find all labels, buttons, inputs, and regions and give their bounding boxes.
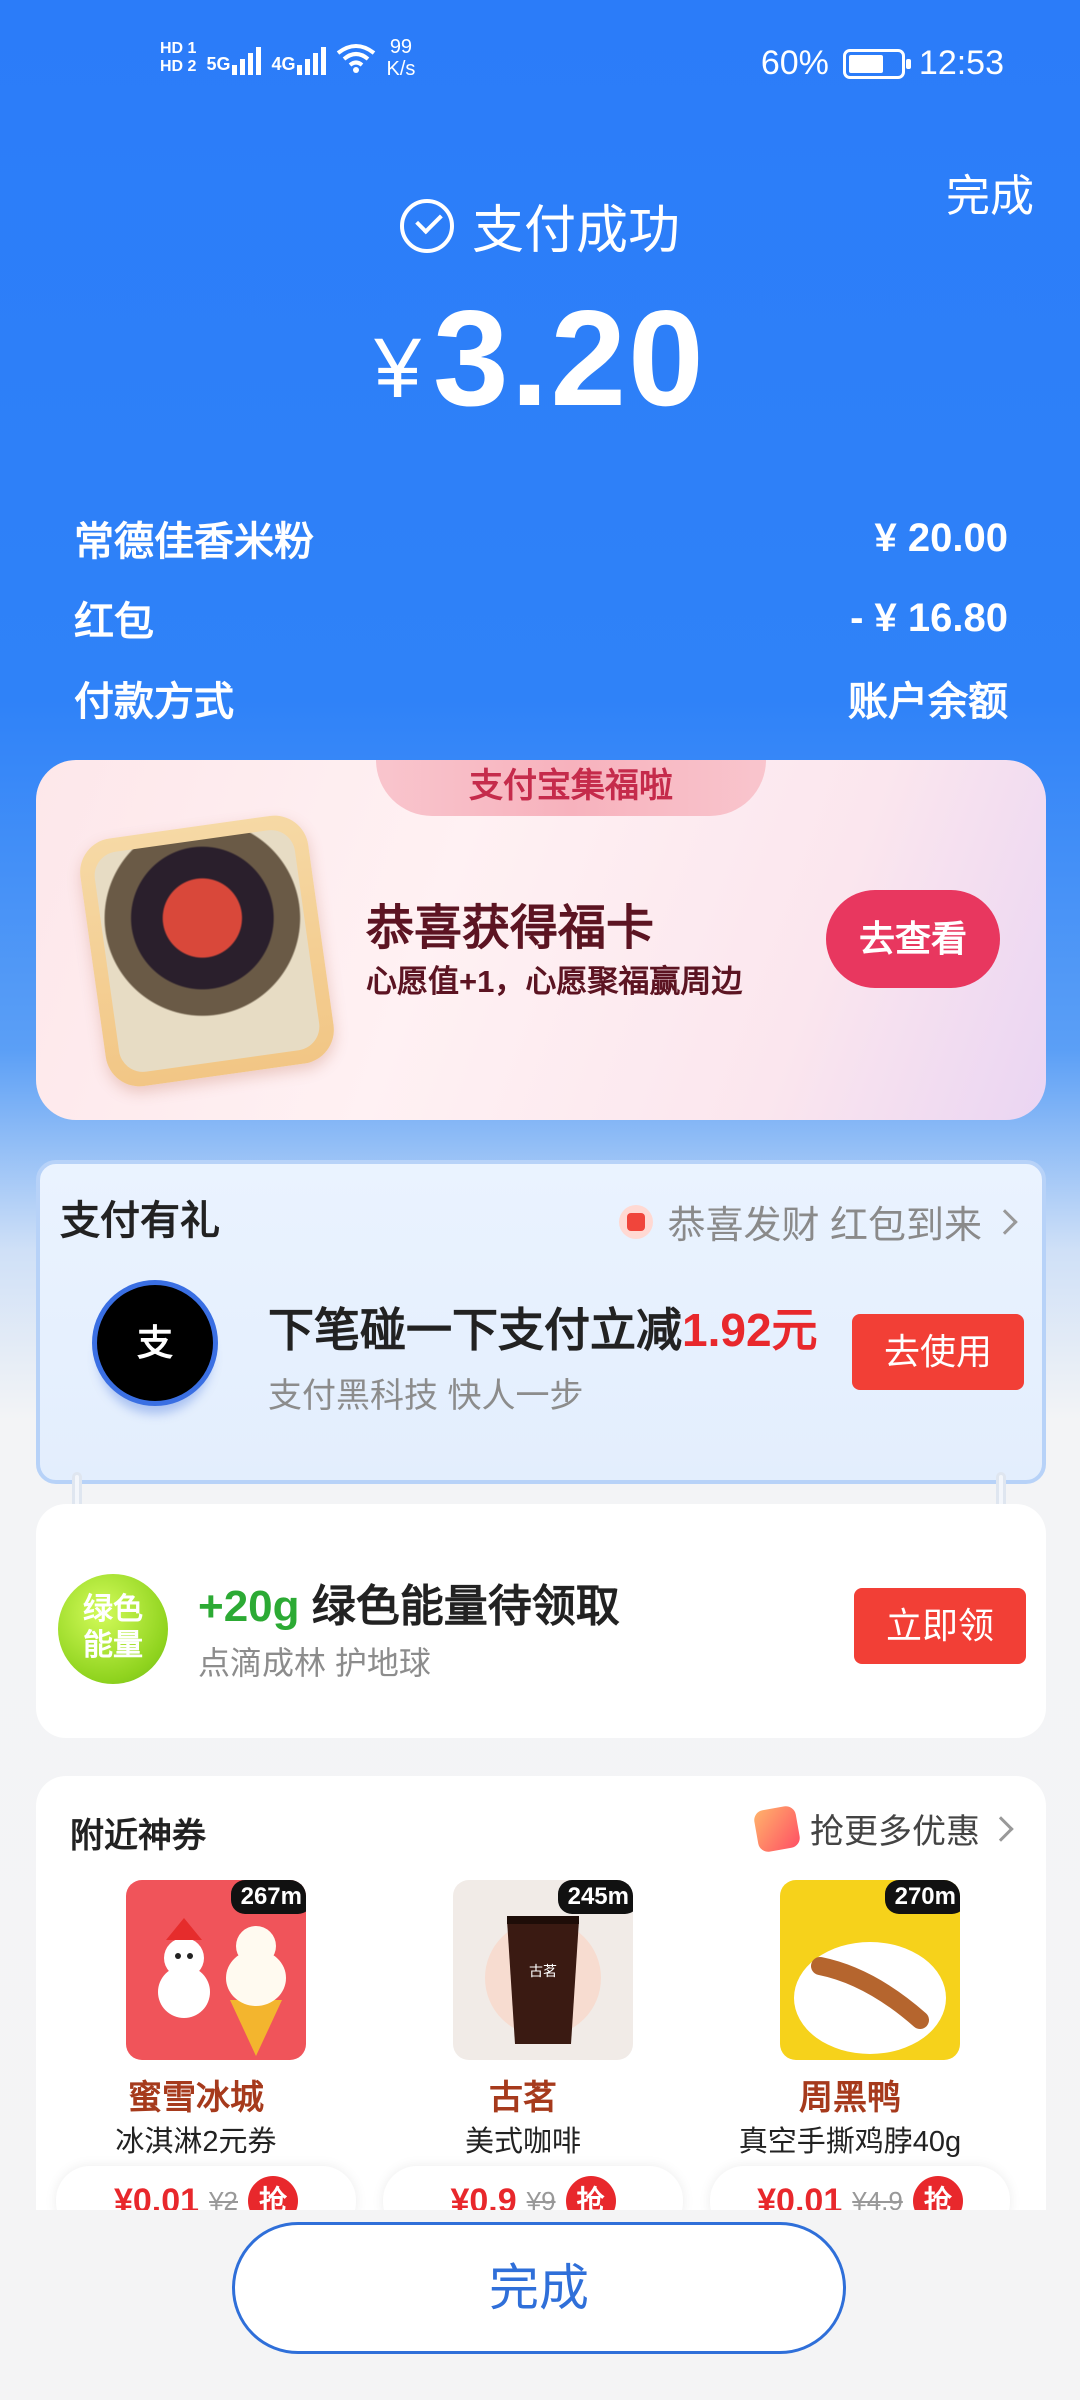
- svg-text:古茗: 古茗: [529, 1964, 557, 1980]
- fu-card-subtitle: 心愿值+1，心愿聚福赢周边: [366, 964, 743, 999]
- offer-text: 下笔碰一下支付立减: [268, 1304, 682, 1356]
- detail-label: 付款方式: [74, 680, 234, 724]
- coupon-image: 古茗 245m: [453, 1880, 633, 2060]
- coupon-image: 267m: [126, 1880, 306, 2060]
- detail-value: ¥ 20.00: [874, 515, 1008, 560]
- view-fu-card-button[interactable]: 去查看: [826, 890, 1000, 988]
- coupon-desc: 冰淇淋2元券: [115, 2126, 277, 2158]
- gift-card-offer: 下笔碰一下支付立减1.92元: [268, 1294, 818, 1360]
- coupon-item[interactable]: 267m 蜜雪冰城 冰淇淋2元券 ¥0.01 ¥2 抢: [36, 1880, 356, 2216]
- more-deals-text: 抢更多优惠: [810, 1813, 980, 1851]
- energy-subtitle: 点滴成林 护地球: [198, 1645, 431, 1681]
- coupon-merchant: 古茗: [489, 2079, 557, 2117]
- status-bar: HD 1 HD 2 5G 4G 99 K/s 60% 12:53: [0, 0, 1080, 140]
- coupon-merchant: 蜜雪冰城: [128, 2079, 264, 2117]
- energy-title: +20g 绿色能量待领取: [198, 1570, 620, 1634]
- redpacket-link-text: 恭喜发财 红包到来: [667, 1205, 982, 1247]
- coupon-item[interactable]: 古茗 245m 古茗 美式咖啡 ¥0.9 ¥9 抢: [363, 1880, 683, 2216]
- payment-gift-card: 支付有礼 恭喜发财 红包到来 支 下笔碰一下支付立减1.92元 支付黑科技 快人…: [36, 1160, 1046, 1484]
- detail-label: 红包: [74, 600, 154, 644]
- network-speed: 99 K/s: [386, 36, 415, 80]
- energy-icon-line1: 绿色: [83, 1593, 143, 1626]
- fu-card-banner[interactable]: 支付宝集福啦 恭喜获得福卡 心愿值+1，心愿聚福赢周边 去查看: [36, 760, 1046, 1120]
- payment-details: 常德佳香米粉 ¥ 20.00 红包 - ¥ 16.80 付款方式 账户余额: [74, 498, 1008, 738]
- fu-card-title: 恭喜获得福卡: [366, 902, 655, 955]
- hd-indicator: HD 1 HD 2: [160, 40, 196, 76]
- red-packet-icon: [619, 1204, 654, 1239]
- detail-value: 账户余额: [848, 680, 1008, 724]
- detail-row-merchant: 常德佳香米粉 ¥ 20.00: [74, 498, 1008, 578]
- signal-icon-sim1: 5G: [206, 41, 262, 75]
- detail-row-redpacket: 红包 - ¥ 16.80: [74, 578, 1008, 658]
- battery-percent: 60%: [760, 44, 829, 82]
- energy-icon-line2: 能量: [83, 1629, 143, 1662]
- gift-card-title: 支付有礼: [60, 1199, 220, 1243]
- coupon-desc: 真空手撕鸡脖40g: [738, 2126, 962, 2158]
- energy-title-text: 绿色能量待领取: [311, 1582, 620, 1631]
- coupon-price: ¥0.01 ¥2 抢: [56, 2166, 356, 2216]
- coupon-distance: 267m: [230, 1880, 306, 1914]
- amount-value: 3.20: [433, 282, 706, 434]
- hd1-label: HD 1: [160, 40, 197, 57]
- coupon-item[interactable]: 270m 周黑鸭 真空手撕鸡脖40g ¥0.01 ¥4.9 抢: [690, 1880, 1010, 2216]
- more-deals-link[interactable]: 抢更多优惠: [752, 1804, 1014, 1853]
- status-left: HD 1 HD 2 5G 4G 99 K/s: [160, 36, 415, 80]
- battery-icon: [842, 48, 911, 79]
- sim2-label: 4G: [271, 54, 296, 74]
- sim1-label: 5G: [206, 54, 231, 74]
- payment-status: 支付成功: [0, 188, 1080, 263]
- wifi-icon: [337, 44, 376, 73]
- detail-label: 常德佳香米粉: [74, 520, 314, 564]
- fu-card-image: [75, 811, 339, 1091]
- coupon-price: ¥0.9 ¥9 抢: [383, 2166, 683, 2216]
- coupon-merchant: 周黑鸭: [799, 2079, 901, 2117]
- coupon-desc: 美式咖啡: [464, 2126, 581, 2158]
- coupons-title: 附近神券: [70, 1817, 206, 1855]
- payment-status-text: 支付成功: [471, 202, 680, 260]
- speed-value: 99: [389, 36, 413, 58]
- energy-amount: +20g: [198, 1582, 300, 1631]
- hd2-label: HD 2: [160, 58, 197, 75]
- use-offer-button[interactable]: 去使用: [852, 1314, 1024, 1390]
- signal-icon-sim2: 4G: [271, 41, 327, 75]
- green-energy-icon: 绿色 能量: [58, 1574, 168, 1684]
- coupon-distance: 245m: [557, 1880, 633, 1914]
- fu-card-tab: 支付宝集福啦: [376, 760, 766, 816]
- check-circle-icon: [399, 198, 454, 253]
- offer-amount: 1.92元: [682, 1304, 818, 1356]
- gift-card-subtitle: 支付黑科技 快人一步: [268, 1377, 584, 1415]
- chevron-right-icon: [988, 1815, 1014, 1842]
- nfc-pay-icon: 支: [92, 1280, 218, 1406]
- clock: 12:53: [918, 44, 1004, 82]
- chevron-right-icon: [992, 1208, 1018, 1235]
- claim-energy-button[interactable]: 立即领: [854, 1588, 1026, 1664]
- coupon-distance: 270m: [884, 1880, 960, 1914]
- detail-value: - ¥ 16.80: [850, 595, 1008, 640]
- speed-unit: K/s: [386, 58, 416, 80]
- coupon-price: ¥0.01 ¥4.9 抢: [710, 2166, 1010, 2216]
- payment-amount: ¥3.20: [0, 280, 1080, 436]
- nearby-coupons: 附近神券 抢更多优惠 267m 蜜雪冰城 冰淇淋2元券 ¥0.01 ¥2 抢 古…: [36, 1776, 1046, 2216]
- gift-icon: [752, 1804, 802, 1853]
- currency-symbol: ¥: [374, 321, 421, 415]
- redpacket-link[interactable]: 恭喜发财 红包到来: [619, 1194, 1018, 1249]
- finish-button[interactable]: 完成: [232, 2222, 846, 2354]
- coupon-image: 270m: [780, 1880, 960, 2060]
- status-right: 60% 12:53: [761, 44, 1004, 83]
- green-energy-card: 绿色 能量 +20g 绿色能量待领取 点滴成林 护地球 立即领: [36, 1504, 1046, 1738]
- detail-row-method: 付款方式 账户余额: [74, 658, 1008, 738]
